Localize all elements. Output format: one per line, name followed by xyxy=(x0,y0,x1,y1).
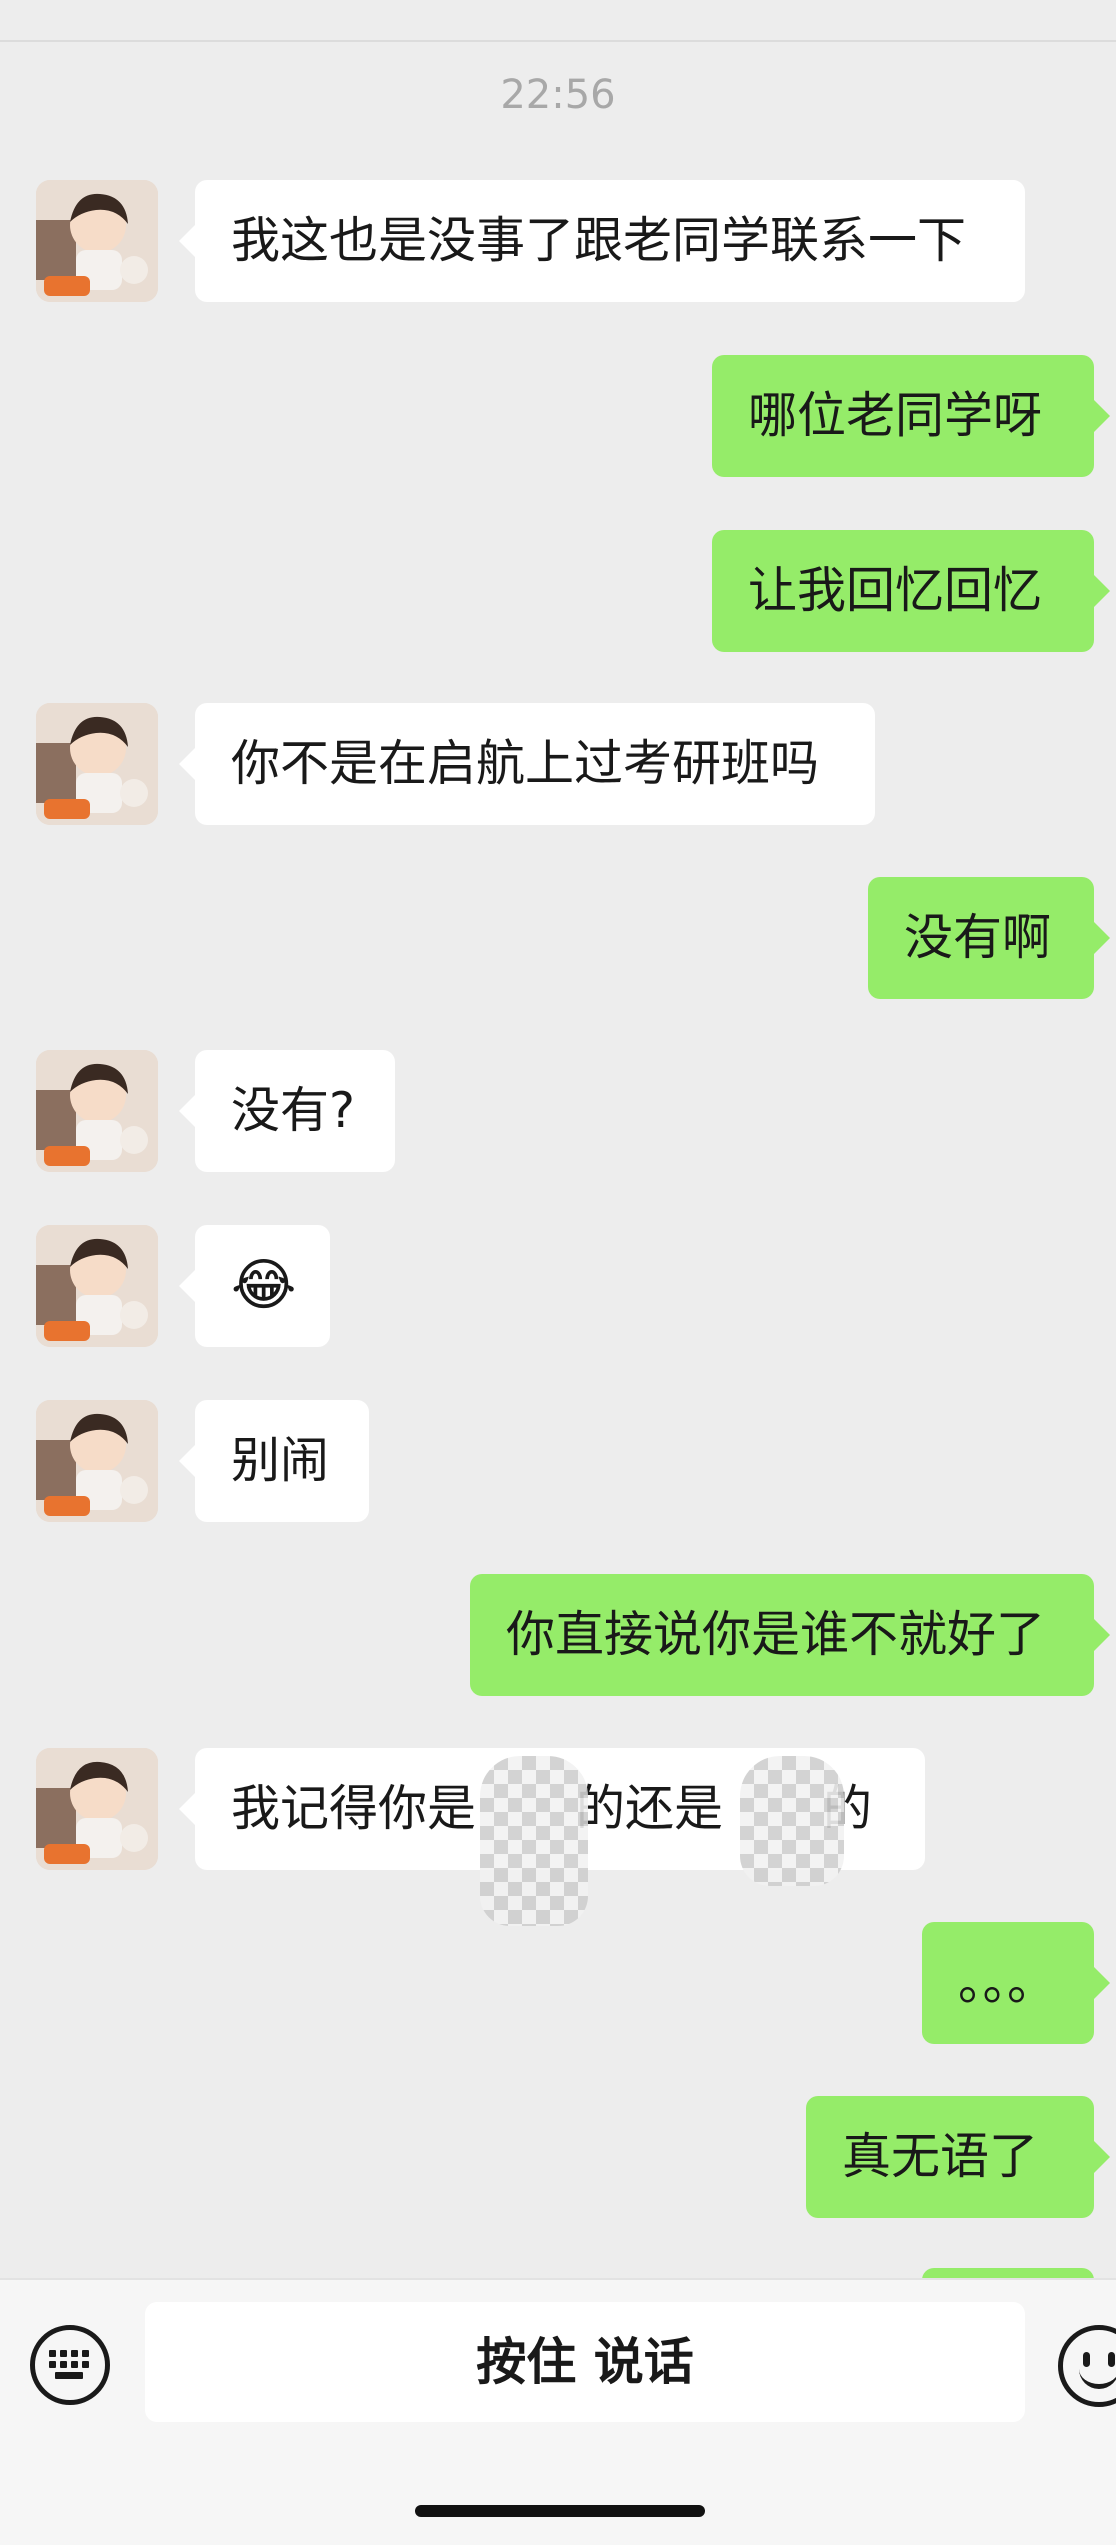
message-row: 没有? xyxy=(0,1050,1116,1174)
message-text-part: 的还是 xyxy=(576,1780,724,1837)
message-row: 没有啊 xyxy=(0,877,1116,1001)
message-row: 我记得你是 的还是的 xyxy=(0,1748,1116,1926)
contact-avatar[interactable] xyxy=(36,180,158,302)
redaction-mosaic xyxy=(740,1756,844,1886)
message-row: 😂 xyxy=(0,1225,1116,1349)
contact-avatar[interactable] xyxy=(36,1050,158,1172)
emoji-icon[interactable] xyxy=(1058,2325,1116,2407)
outgoing-message-bubble[interactable]: 让我回忆回忆 xyxy=(712,530,1110,652)
incoming-message-bubble[interactable]: 没有? xyxy=(179,1050,395,1172)
incoming-message-bubble[interactable]: 别闹 xyxy=(179,1400,369,1522)
contact-avatar[interactable] xyxy=(36,703,158,825)
outgoing-message-bubble[interactable]: 哪位老同学呀 xyxy=(712,355,1110,477)
message-row: 你不是在启航上过考研班吗 xyxy=(0,703,1116,827)
contact-avatar[interactable] xyxy=(36,1225,158,1347)
outgoing-message-bubble[interactable]: 没有啊 xyxy=(868,877,1110,999)
message-text-part: 我记得你是 xyxy=(231,1780,477,1837)
message-row: 别闹 xyxy=(0,1400,1116,1524)
outgoing-message-bubble[interactable]: 真无语了 xyxy=(806,2096,1110,2218)
incoming-message-bubble[interactable]: 😂 xyxy=(179,1225,330,1347)
incoming-message-bubble[interactable]: 我这也是没事了跟老同学联系一下 xyxy=(179,180,1025,302)
contact-avatar[interactable] xyxy=(36,1400,158,1522)
contact-avatar[interactable] xyxy=(36,1748,158,1870)
message-row: 真无语了 xyxy=(0,2096,1116,2220)
hold-to-talk-button[interactable]: 按住 说话 xyxy=(145,2302,1025,2422)
incoming-message-bubble[interactable]: 你不是在启航上过考研班吗 xyxy=(179,703,875,825)
keyboard-icon[interactable] xyxy=(30,2325,110,2405)
outgoing-message-bubble[interactable]: 你直接说你是谁不就好了 xyxy=(470,1574,1110,1696)
message-row: 我这也是没事了跟老同学联系一下 xyxy=(0,180,1116,304)
message-row: 哪位老同学呀 xyxy=(0,355,1116,479)
message-row: 。。。 xyxy=(0,1922,1116,2046)
outgoing-message-bubble[interactable]: 。。。 xyxy=(922,1922,1110,2044)
chat-timestamp: 22:56 xyxy=(500,72,616,118)
message-row: 你直接说你是谁不就好了 xyxy=(0,1574,1116,1698)
home-indicator[interactable] xyxy=(415,2505,705,2517)
message-row: 让我回忆回忆 xyxy=(0,530,1116,654)
redaction-mosaic xyxy=(480,1756,588,1926)
top-bar xyxy=(0,0,1116,42)
